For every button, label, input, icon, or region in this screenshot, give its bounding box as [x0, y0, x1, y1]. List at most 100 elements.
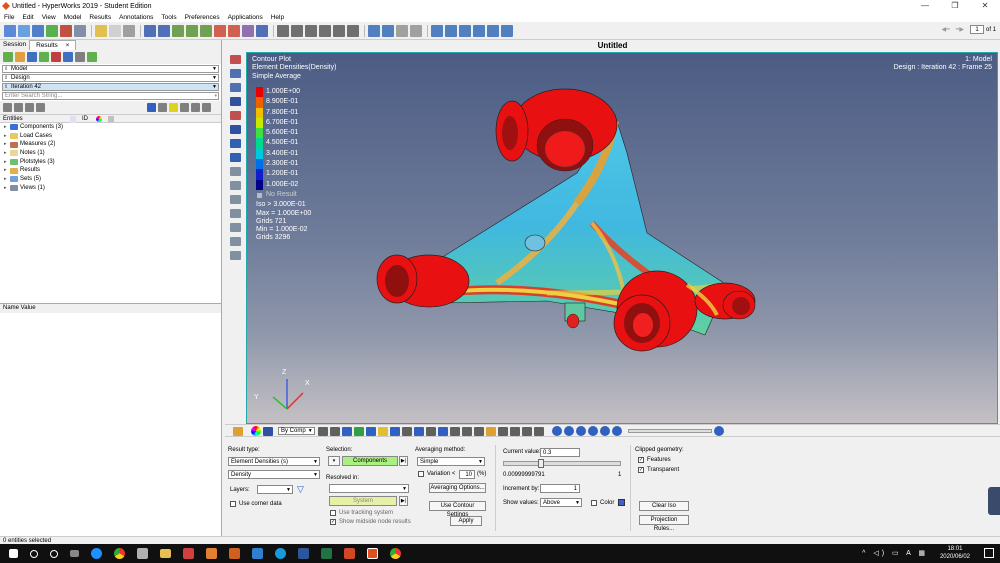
- deformed-icon[interactable]: [230, 83, 241, 92]
- label-icon[interactable]: [449, 426, 460, 436]
- app-red-icon[interactable]: [183, 548, 194, 559]
- menu-tools[interactable]: Tools: [161, 14, 176, 21]
- notes-tool-icon[interactable]: [230, 181, 241, 190]
- sync-icon[interactable]: [36, 103, 45, 112]
- iteration-dropdown[interactable]: ⇕ Iteration 42 ▼: [2, 83, 219, 91]
- component-icon[interactable]: [147, 103, 156, 112]
- tab-session[interactable]: Session: [0, 40, 29, 50]
- prev-frame-icon[interactable]: [575, 426, 586, 436]
- edge-icon[interactable]: [91, 548, 102, 559]
- task-view-icon[interactable]: [70, 550, 79, 557]
- page-number-input[interactable]: 1: [969, 25, 984, 34]
- rotate-right-icon[interactable]: [158, 24, 170, 37]
- teamviewer-icon[interactable]: [275, 548, 286, 559]
- eye-icon[interactable]: [180, 103, 189, 112]
- clock[interactable]: 18:01 2020/06/02: [940, 545, 970, 561]
- eye-hide-icon[interactable]: [191, 103, 200, 112]
- query-icon[interactable]: [230, 167, 241, 176]
- transparent-icon[interactable]: [341, 426, 352, 436]
- close-button[interactable]: ✕: [970, 0, 1000, 12]
- menu-annotations[interactable]: Annotations: [119, 14, 153, 21]
- hide-all-icon[interactable]: [51, 52, 61, 62]
- tree-item-components[interactable]: ▸ Components (3): [4, 123, 221, 132]
- page-layout-icon[interactable]: [123, 24, 135, 37]
- resolved-in-dropdown[interactable]: ▼: [329, 484, 409, 493]
- show-midside-checkbox[interactable]: ✓: [330, 519, 336, 525]
- tracing-icon[interactable]: [230, 195, 241, 204]
- use-contour-settings-button[interactable]: Use Contour Settings: [429, 501, 486, 518]
- color-column-icon[interactable]: [96, 116, 102, 122]
- tree-item-load-cases[interactable]: ▸ Load Cases: [4, 132, 221, 141]
- system-tray-icons[interactable]: ^ ◁) ▭ A ▦: [862, 549, 928, 557]
- pan-icon[interactable]: [256, 24, 268, 37]
- window-layout-6-icon[interactable]: [501, 24, 513, 37]
- powerpoint-icon[interactable]: [344, 548, 355, 559]
- contour-icon[interactable]: [230, 69, 241, 78]
- tree-item-views[interactable]: ▸ Views (1): [4, 184, 221, 193]
- filter-funnel-icon[interactable]: ▽: [297, 484, 304, 495]
- view-top-icon[interactable]: [186, 24, 198, 37]
- side-panel-toggle-icon[interactable]: [988, 487, 1000, 515]
- show-values-dropdown[interactable]: Above ▼: [540, 498, 582, 507]
- arrows-icon[interactable]: [333, 24, 345, 37]
- window-layout-5-icon[interactable]: [487, 24, 499, 37]
- rotate-icon[interactable]: [347, 24, 359, 37]
- vector-icon[interactable]: [230, 97, 241, 106]
- tree-item-sets[interactable]: ▸ Sets (5): [4, 175, 221, 184]
- nodes-icon[interactable]: [389, 426, 400, 436]
- tree-item-measures[interactable]: ▸ Measures (2): [4, 140, 221, 149]
- section-cut-icon[interactable]: [230, 139, 241, 148]
- slider-thumb[interactable]: [538, 459, 544, 468]
- show-all-icon[interactable]: [39, 52, 49, 62]
- show-icon[interactable]: [396, 24, 408, 37]
- word-icon[interactable]: [298, 548, 309, 559]
- tab-results[interactable]: Results ×: [29, 40, 77, 50]
- first-frame-icon[interactable]: [563, 426, 574, 436]
- tree-item-results[interactable]: ▸ Results: [4, 166, 221, 175]
- save-icon[interactable]: [32, 24, 44, 37]
- window-layout-4-icon[interactable]: [473, 24, 485, 37]
- hide-icon[interactable]: [410, 24, 422, 37]
- view-manager-icon[interactable]: [509, 426, 520, 436]
- box-select-icon[interactable]: [382, 24, 394, 37]
- variation-checkbox[interactable]: [418, 471, 424, 477]
- export-icon[interactable]: [60, 24, 72, 37]
- color-wheel-icon[interactable]: [251, 426, 261, 436]
- highlight-icon[interactable]: [169, 103, 178, 112]
- projection-rules-button[interactable]: Projection Rules...: [639, 515, 689, 532]
- model-dropdown[interactable]: ⇕ Model ▼: [2, 65, 219, 73]
- import-icon[interactable]: [46, 24, 58, 37]
- cortana-icon[interactable]: [50, 549, 58, 558]
- menu-results[interactable]: Results: [89, 14, 111, 21]
- animation-slider[interactable]: [627, 429, 712, 433]
- hyperworks-taskbar-icon[interactable]: [367, 548, 378, 559]
- maximize-button[interactable]: ❐: [940, 0, 970, 12]
- next-page-icon[interactable]: ━▶: [956, 26, 964, 33]
- print-icon[interactable]: [74, 24, 86, 37]
- select-icon[interactable]: [368, 24, 380, 37]
- derived-icon[interactable]: [230, 237, 241, 246]
- system-button[interactable]: System: [329, 496, 397, 506]
- matlab-icon[interactable]: [206, 548, 217, 559]
- report-icon[interactable]: [230, 251, 241, 260]
- prev-page-icon[interactable]: ◀━: [942, 26, 950, 33]
- include-column-icon[interactable]: [108, 116, 114, 122]
- view-back-icon[interactable]: [242, 24, 254, 37]
- component-mode-icon[interactable]: [263, 426, 273, 436]
- topology-model[interactable]: [247, 53, 998, 424]
- results-browser-icon[interactable]: [230, 55, 241, 64]
- components-button[interactable]: Components: [342, 456, 398, 466]
- color-swatch[interactable]: [618, 499, 625, 506]
- close-tab-icon[interactable]: ×: [63, 41, 73, 50]
- menu-model[interactable]: Model: [64, 14, 82, 21]
- windows-start-icon[interactable]: [9, 549, 18, 558]
- elements-icon[interactable]: [377, 426, 388, 436]
- iso-value-icon[interactable]: [230, 125, 241, 134]
- selection-arrow[interactable]: ▾: [328, 456, 340, 466]
- expand-icon[interactable]: [3, 103, 12, 112]
- tree-item-notes[interactable]: ▸ Notes (1): [4, 149, 221, 158]
- reset-selection-icon[interactable]: ▶|: [399, 456, 408, 466]
- play-icon[interactable]: [587, 426, 598, 436]
- view-iso-icon[interactable]: [172, 24, 184, 37]
- paint-icon[interactable]: [137, 548, 148, 559]
